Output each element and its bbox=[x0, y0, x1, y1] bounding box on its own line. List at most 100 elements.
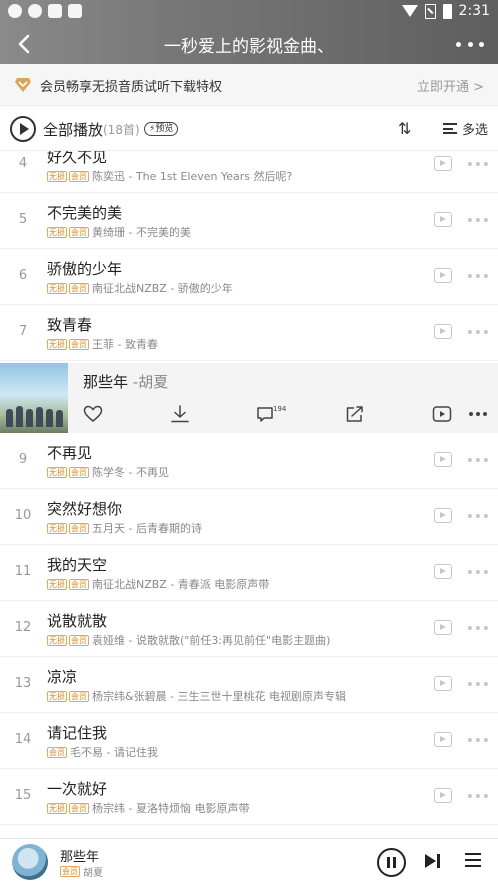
song-title: 凉凉 bbox=[47, 668, 78, 686]
cover-figure bbox=[26, 409, 33, 427]
video-play-icon[interactable] bbox=[434, 212, 452, 227]
vip-open-link[interactable]: 立即开通 > bbox=[417, 76, 484, 95]
current-song-panel[interactable]: 那些年 -胡夏 194 bbox=[0, 363, 498, 433]
song-artist-album: 毛不易 - 请记住我 bbox=[70, 746, 158, 759]
song-more-button[interactable] bbox=[468, 218, 488, 222]
song-meta: 无损 会员 五月天 - 后青春期的诗 bbox=[47, 520, 202, 536]
download-button[interactable] bbox=[169, 403, 191, 425]
song-row[interactable]: 15 一次就好 无损 会员 杨宗纬 - 夏洛特烦恼 电影原声带 bbox=[0, 769, 498, 825]
more-dots-icon bbox=[484, 570, 488, 574]
mini-player-artist: 胡夏 bbox=[83, 868, 103, 879]
video-play-icon[interactable] bbox=[434, 676, 452, 691]
song-number: 12 bbox=[14, 620, 32, 635]
song-row[interactable]: 13 凉凉 无损 会员 杨宗纬&张碧晨 - 三生三世十里桃花 电视剧原声专辑 bbox=[0, 657, 498, 713]
song-row[interactable]: 11 我的天空 无损 会员 南征北战NZBZ - 青春派 电影原声带 bbox=[0, 545, 498, 601]
video-play-icon[interactable] bbox=[434, 788, 452, 803]
song-title: 不完美的美 bbox=[47, 204, 123, 222]
song-more-button[interactable] bbox=[468, 682, 488, 686]
square-app-icon bbox=[68, 4, 82, 18]
song-row[interactable]: 14 请记住我 会员 毛不易 - 请记住我 bbox=[0, 713, 498, 769]
comment-icon: 194 bbox=[257, 405, 286, 422]
cover-figure bbox=[46, 409, 53, 427]
song-row[interactable]: 7 致青春 无损 会员 王菲 - 致青春 bbox=[0, 305, 498, 361]
cover-figure bbox=[36, 407, 43, 427]
song-number: 13 bbox=[14, 676, 32, 691]
more-dots-icon bbox=[484, 794, 488, 798]
song-more-button[interactable] bbox=[468, 738, 488, 742]
song-row[interactable]: 12 说散就散 无损 会员 袁娅维 - 说散就散("前任3:再见前任"电影主题曲) bbox=[0, 601, 498, 657]
song-row[interactable]: 9 不再见 无损 会员 陈学冬 - 不再见 bbox=[0, 433, 498, 489]
song-more-button[interactable] bbox=[468, 794, 488, 798]
more-dots-icon bbox=[476, 738, 480, 742]
lossless-tag: 无损 bbox=[47, 802, 67, 814]
lossless-tag: 无损 bbox=[47, 466, 67, 478]
mv-button[interactable] bbox=[431, 403, 453, 425]
video-play-icon[interactable] bbox=[434, 268, 452, 283]
more-dots-icon bbox=[476, 682, 480, 686]
song-more-button[interactable] bbox=[468, 626, 488, 630]
song-more-button[interactable] bbox=[468, 330, 488, 334]
lossless-tag: 无损 bbox=[47, 578, 67, 590]
share-button[interactable] bbox=[344, 403, 366, 425]
vip-tag: 会员 bbox=[69, 690, 89, 702]
current-song-title: 那些年 -胡夏 bbox=[83, 371, 168, 392]
status-right-icons: 2:31 bbox=[401, 3, 490, 19]
multi-select-button[interactable]: 多选 bbox=[442, 119, 488, 138]
current-song-name: 那些年 bbox=[83, 373, 129, 391]
song-more-button[interactable] bbox=[468, 514, 488, 518]
more-dots-icon bbox=[476, 514, 480, 518]
current-song-actions: 194 bbox=[68, 403, 498, 427]
song-row[interactable]: 6 骄傲的少年 无损 会员 南征北战NZBZ - 骄傲的少年 bbox=[0, 249, 498, 305]
video-play-icon[interactable] bbox=[434, 732, 452, 747]
more-dots-icon bbox=[468, 626, 472, 630]
play-all-label[interactable]: 全部播放 bbox=[43, 119, 103, 140]
song-more-button[interactable] bbox=[468, 458, 488, 462]
more-dots-icon bbox=[468, 330, 472, 334]
more-dots-icon bbox=[476, 218, 480, 222]
song-more-button[interactable] bbox=[468, 274, 488, 278]
song-number: 14 bbox=[14, 732, 32, 747]
mini-player-cover[interactable] bbox=[12, 844, 48, 880]
playlist-button[interactable] bbox=[465, 853, 481, 867]
song-row[interactable]: 4 好久不见 无损 会员 陈奕迅 - The 1st Eleven Years 然后呢? bbox=[0, 151, 498, 193]
more-dots-icon bbox=[468, 218, 472, 222]
song-row[interactable]: 5 不完美的美 无损 会员 黄绮珊 - 不完美的美 bbox=[0, 193, 498, 249]
song-artist-album: 王菲 - 致青春 bbox=[92, 338, 158, 351]
share-icon bbox=[346, 406, 363, 422]
video-play-icon[interactable] bbox=[434, 324, 452, 339]
song-artist-album: 杨宗纬 - 夏洛特烦恼 电影原声带 bbox=[92, 802, 250, 815]
sort-button[interactable]: ⇅ bbox=[398, 119, 412, 138]
comment-button[interactable]: 194 bbox=[256, 403, 286, 425]
mini-player[interactable]: 那些年 会员 胡夏 bbox=[0, 838, 498, 885]
song-list[interactable]: 那些年 -胡夏 194 4 好久不见 无损 会员 陈奕迅 - The 1st E… bbox=[0, 151, 498, 838]
pause-button[interactable] bbox=[377, 848, 406, 877]
mini-player-meta: 会员 胡夏 bbox=[60, 864, 103, 879]
next-track-button[interactable] bbox=[425, 853, 441, 869]
play-all-button[interactable] bbox=[10, 116, 36, 142]
preview-badge[interactable]: ⚡预览 bbox=[144, 122, 179, 136]
more-button[interactable] bbox=[456, 32, 484, 56]
lossless-tag: 无损 bbox=[47, 634, 67, 646]
more-dots-icon bbox=[484, 218, 488, 222]
song-title: 请记住我 bbox=[47, 724, 108, 742]
more-dots-icon bbox=[484, 274, 488, 278]
video-play-icon[interactable] bbox=[434, 156, 452, 171]
song-more-button[interactable] bbox=[468, 570, 488, 574]
vip-banner[interactable]: 会员畅享无损音质试听下载特权 立即开通 > bbox=[0, 64, 498, 106]
song-number: 10 bbox=[14, 508, 32, 523]
more-dots-icon bbox=[469, 412, 487, 416]
video-play-icon[interactable] bbox=[434, 452, 452, 467]
current-song-more-button[interactable] bbox=[468, 403, 488, 425]
song-number: 5 bbox=[18, 212, 28, 227]
song-number: 4 bbox=[18, 156, 28, 171]
play-all-bar: 全部播放 (18首) ⚡预览 ⇅ 多选 bbox=[0, 107, 498, 151]
video-play-icon[interactable] bbox=[434, 564, 452, 579]
more-dots-icon bbox=[476, 274, 480, 278]
vip-tag: 会员 bbox=[69, 522, 89, 534]
video-play-icon[interactable] bbox=[434, 508, 452, 523]
song-row[interactable]: 10 突然好想你 无损 会员 五月天 - 后青春期的诗 bbox=[0, 489, 498, 545]
header: 2:31 一秒爱上的影视金曲、 bbox=[0, 0, 498, 64]
song-more-button[interactable] bbox=[468, 162, 488, 166]
video-play-icon[interactable] bbox=[434, 620, 452, 635]
like-button[interactable] bbox=[82, 403, 104, 425]
